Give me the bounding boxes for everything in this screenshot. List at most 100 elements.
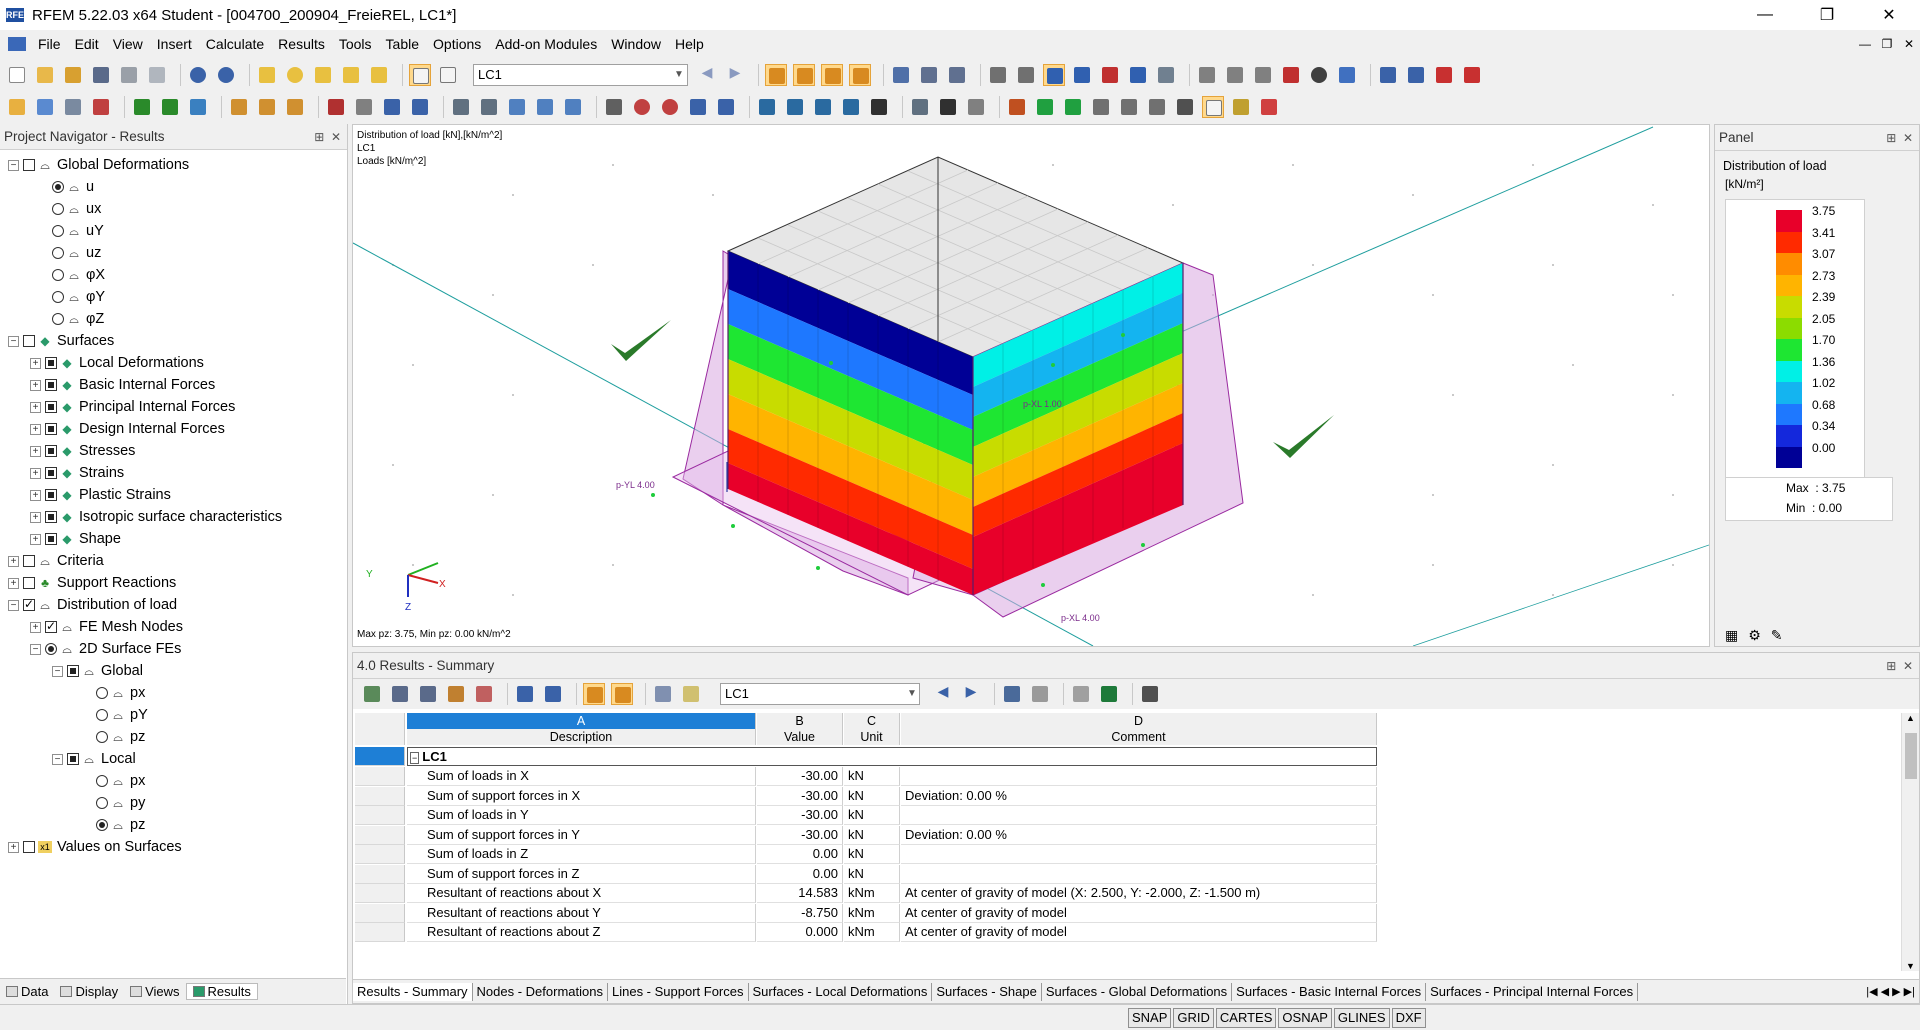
pin-icon[interactable]: ⊞	[1886, 659, 1896, 673]
solid-icon[interactable]	[325, 96, 347, 118]
row-value[interactable]: -30.00	[757, 767, 843, 786]
menu-calculate[interactable]: Calculate	[199, 36, 271, 52]
cube-icon[interactable]	[715, 96, 737, 118]
row-value[interactable]: 0.00	[757, 845, 843, 864]
close-icon[interactable]: ✕	[331, 130, 341, 144]
arrow-load2-icon[interactable]	[784, 96, 806, 118]
row-description[interactable]: Sum of support forces in Z	[407, 865, 756, 884]
row-header[interactable]	[355, 806, 405, 825]
select-objects-icon[interactable]	[368, 64, 390, 86]
tree-shape[interactable]: +◆Shape	[0, 528, 346, 550]
color-legend[interactable]: 3.753.413.072.732.392.051.701.361.020.68…	[1725, 199, 1865, 489]
excel-export-icon[interactable]	[1098, 683, 1120, 705]
check-icon[interactable]	[603, 96, 625, 118]
row-header[interactable]	[355, 787, 405, 806]
view-iso-icon[interactable]	[1155, 64, 1177, 86]
menu-file[interactable]: File	[31, 36, 68, 52]
snap-toggle[interactable]: SNAP	[1128, 1008, 1171, 1028]
menu-tools[interactable]: Tools	[332, 36, 379, 52]
glines-toggle[interactable]: GLINES	[1334, 1008, 1390, 1028]
tab-surfaces-global-deformations[interactable]: Surfaces - Global Deformations	[1042, 983, 1232, 1001]
row-description[interactable]: Sum of support forces in Y	[407, 826, 756, 845]
menu-addon-modules[interactable]: Add-on Modules	[488, 36, 604, 52]
tree-global-deformations[interactable]: −⌓Global Deformations	[0, 154, 346, 176]
render-icon[interactable]	[1336, 64, 1358, 86]
row-unit[interactable]: kNm	[844, 923, 900, 942]
menu-table[interactable]: Table	[379, 36, 426, 52]
tab-surfaces-local-deformations[interactable]: Surfaces - Local Deformations	[749, 983, 933, 1001]
menu-results[interactable]: Results	[271, 36, 332, 52]
model-3d-view[interactable]: p-YL 4.00 p-XL 1.00 p-XL 4.00 Y X Z	[353, 125, 1709, 646]
rotate-icon[interactable]	[1308, 64, 1330, 86]
row-header[interactable]	[355, 923, 405, 942]
columns-icon[interactable]	[652, 683, 674, 705]
prev-loadcase-icon[interactable]: ◀	[696, 64, 718, 86]
results-scrollbar[interactable]: ▲ ▼	[1901, 713, 1919, 971]
row-comment[interactable]: At center of gravity of model (X: 2.500,…	[901, 884, 1377, 903]
row-value[interactable]: -30.00	[757, 806, 843, 825]
tab-display[interactable]: Display	[54, 984, 124, 999]
tree-principal-internal-forces[interactable]: +◆Principal Internal Forces	[0, 396, 346, 418]
row-header[interactable]	[355, 865, 405, 884]
tree-global-px[interactable]: ⌓px	[0, 682, 346, 704]
menu-window[interactable]: Window	[604, 36, 668, 52]
dxf-toggle[interactable]: DXF	[1392, 1008, 1426, 1028]
row-unit[interactable]: kN	[844, 806, 900, 825]
tab-lines-support-forces[interactable]: Lines - Support Forces	[608, 983, 749, 1001]
tree-fe-mesh-nodes[interactable]: +⌓FE Mesh Nodes	[0, 616, 346, 638]
row-comment[interactable]	[901, 806, 1377, 825]
calculator-icon[interactable]	[1139, 683, 1161, 705]
divide-icon[interactable]	[562, 96, 584, 118]
zoom-icon[interactable]	[631, 96, 653, 118]
minimize-button[interactable]: —	[1734, 0, 1796, 30]
tab-nodes-deformations[interactable]: Nodes - Deformations	[473, 983, 608, 1001]
mesh-icon[interactable]	[987, 64, 1009, 86]
osnap-toggle[interactable]: OSNAP	[1278, 1008, 1332, 1028]
row-value[interactable]: 0.000	[757, 923, 843, 942]
color-scale-icon[interactable]	[1034, 96, 1056, 118]
tab-views[interactable]: Views	[124, 984, 185, 999]
edit-icon[interactable]	[868, 96, 890, 118]
measure-icon[interactable]	[1196, 64, 1218, 86]
menu-help[interactable]: Help	[668, 36, 711, 52]
close-icon[interactable]: ✕	[1903, 131, 1913, 145]
copy-icon[interactable]	[450, 96, 472, 118]
row-unit[interactable]: kN	[844, 787, 900, 806]
row-comment[interactable]: At center of gravity of model	[901, 904, 1377, 923]
next-icon[interactable]: ▶	[960, 683, 982, 705]
opening-icon[interactable]	[353, 96, 375, 118]
row-unit[interactable]: kN	[844, 845, 900, 864]
table-highlight-icon[interactable]	[445, 683, 467, 705]
row-value[interactable]: -30.00	[757, 787, 843, 806]
table-icon[interactable]	[1202, 96, 1224, 118]
column-a-header[interactable]: A	[407, 713, 756, 729]
row-comment[interactable]: Deviation: 0.00 %	[901, 787, 1377, 806]
tree-local-px[interactable]: ⌓px	[0, 770, 346, 792]
row-unit[interactable]: kN	[844, 826, 900, 845]
dimension-icon[interactable]	[1006, 96, 1028, 118]
member-load-icon[interactable]	[256, 96, 278, 118]
row-description[interactable]: Sum of loads in Y	[407, 806, 756, 825]
row-value[interactable]: -30.00	[757, 826, 843, 845]
arc-icon[interactable]	[90, 96, 112, 118]
grid-icon[interactable]	[1015, 64, 1037, 86]
maximize-button[interactable]: ❐	[1796, 0, 1858, 30]
search-zoom-icon[interactable]	[284, 64, 306, 86]
material-icon[interactable]	[409, 96, 431, 118]
row-comment[interactable]	[901, 845, 1377, 864]
tree-stresses[interactable]: +◆Stresses	[0, 440, 346, 462]
load-icon[interactable]	[228, 96, 250, 118]
info-icon[interactable]	[1461, 64, 1483, 86]
row-description[interactable]: Sum of loads in X	[407, 767, 756, 786]
cartes-toggle[interactable]: CARTES	[1216, 1008, 1277, 1028]
scale-icon[interactable]	[506, 96, 528, 118]
pick-icon[interactable]	[1001, 683, 1023, 705]
menu-options[interactable]: Options	[426, 36, 488, 52]
graphics-viewport[interactable]: Distribution of load [kN],[kN/m^2] LC1 L…	[352, 124, 1710, 647]
help-icon[interactable]	[1433, 64, 1455, 86]
view-z-icon[interactable]	[1127, 64, 1149, 86]
row-value[interactable]: -8.750	[757, 904, 843, 923]
row-header[interactable]	[355, 884, 405, 903]
open-model-icon[interactable]	[62, 64, 84, 86]
menu-edit[interactable]: Edit	[68, 36, 106, 52]
